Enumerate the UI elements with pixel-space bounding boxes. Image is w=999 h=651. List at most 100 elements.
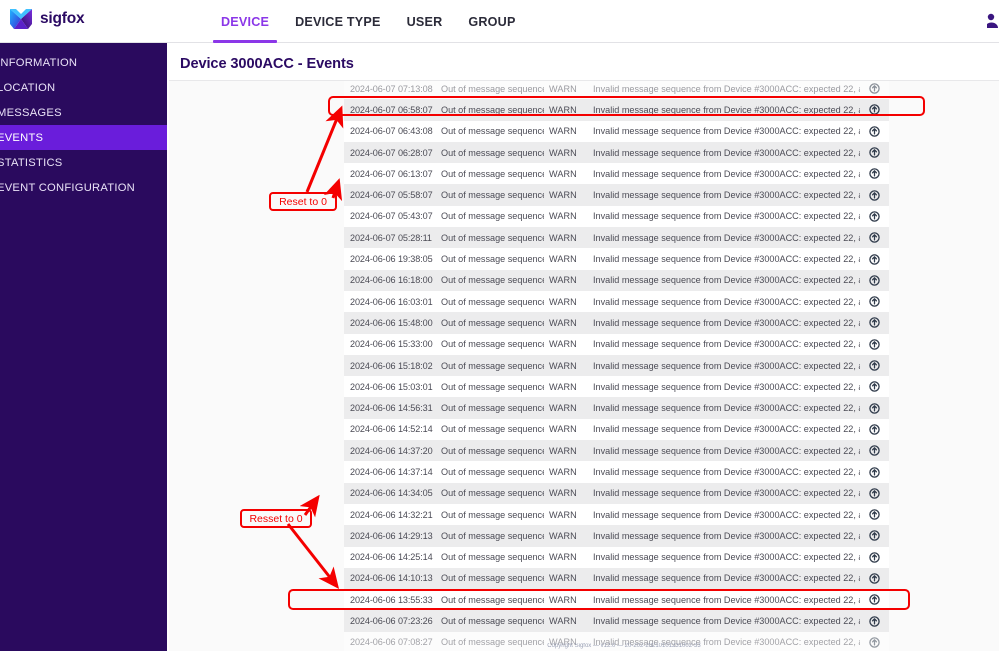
sidebar-item-event-configuration[interactable]: EVENT CONFIGURATION <box>0 175 167 200</box>
table-row[interactable]: 2024-06-07 06:58:07 Out of message sequen… <box>344 99 889 121</box>
event-type: Out of message sequence <box>441 616 544 627</box>
circle-arrow-up-icon[interactable] <box>860 419 889 440</box>
table-row[interactable]: 2024-06-07 06:13:07 Out of message sequen… <box>344 163 889 185</box>
event-type: Out of message sequence <box>441 83 544 94</box>
circle-arrow-up-icon[interactable] <box>860 610 889 631</box>
table-row[interactable]: 2024-06-06 16:18:00 Out of message sequen… <box>344 269 889 291</box>
circle-arrow-up-icon[interactable] <box>860 163 889 184</box>
table-row[interactable]: 2024-06-06 15:48:00 Out of message sequen… <box>344 312 889 334</box>
user-account-icon[interactable] <box>987 11 999 29</box>
circle-arrow-up-icon[interactable] <box>860 291 889 312</box>
table-row[interactable]: 2024-06-06 19:38:05 Out of message sequen… <box>344 248 889 270</box>
event-message: Invalid message sequence from Device #30… <box>593 466 860 477</box>
circle-arrow-up-icon[interactable] <box>860 504 889 525</box>
table-row[interactable]: 2024-06-06 16:03:01 Out of message sequen… <box>344 290 889 313</box>
event-type: Out of message sequence <box>441 104 544 115</box>
content-area: Device 3000ACC - Events 2024-06-07 07:13… <box>167 43 999 651</box>
circle-arrow-up-icon[interactable] <box>860 121 889 142</box>
circle-arrow-up-icon[interactable] <box>860 184 889 205</box>
table-row[interactable]: 2024-06-06 15:18:02 Out of message sequen… <box>344 354 889 377</box>
table-row[interactable]: 2024-06-06 14:10:13 Out of message sequen… <box>344 567 889 590</box>
event-timestamp: 2024-06-07 06:43:08 <box>350 126 433 137</box>
event-message: Invalid message sequence from Device #30… <box>593 360 860 371</box>
event-message: Invalid message sequence from Device #30… <box>593 445 860 456</box>
event-message: Invalid message sequence from Device #30… <box>593 509 860 520</box>
circle-arrow-up-icon[interactable] <box>860 461 889 482</box>
sidebar-item-event-configuration-label: EVENT CONFIGURATION <box>0 181 135 194</box>
brand-name: sigfox <box>40 10 85 27</box>
table-row[interactable]: 2024-06-06 14:34:05 Out of message sequen… <box>344 482 889 504</box>
sigfox-butterfly-logo-icon <box>8 6 34 32</box>
event-timestamp: 2024-06-06 16:18:00 <box>350 275 433 286</box>
table-row[interactable]: 2024-06-06 07:23:26 Out of message sequen… <box>344 610 889 632</box>
circle-arrow-up-icon[interactable] <box>860 248 889 269</box>
table-row[interactable]: 2024-06-07 05:43:07 Out of message sequen… <box>344 205 889 228</box>
table-row[interactable]: 2024-06-06 14:37:20 Out of message sequen… <box>344 440 889 462</box>
table-row[interactable]: 2024-06-07 07:13:08 Out of message sequen… <box>344 81 889 100</box>
circle-arrow-up-icon[interactable] <box>860 206 889 227</box>
nav-tab-user-label: USER <box>406 14 443 29</box>
circle-arrow-up-icon[interactable] <box>860 589 889 610</box>
circle-arrow-up-icon[interactable] <box>860 376 889 397</box>
circle-arrow-up-icon[interactable] <box>860 568 889 589</box>
event-severity: WARN <box>549 530 577 541</box>
table-row[interactable]: 2024-06-07 05:28:11 Out of message sequen… <box>344 227 889 249</box>
nav-tab-group[interactable]: GROUP <box>455 0 528 43</box>
event-timestamp: 2024-06-07 06:13:07 <box>350 168 433 179</box>
sidebar-item-location[interactable]: LOCATION <box>0 75 167 100</box>
circle-arrow-up-icon[interactable] <box>860 142 889 163</box>
circle-arrow-up-icon[interactable] <box>860 440 889 461</box>
table-row[interactable]: 2024-06-06 14:29:13 Out of message sequen… <box>344 525 889 547</box>
event-message: Invalid message sequence from Device #30… <box>593 275 860 286</box>
event-severity: WARN <box>549 232 577 243</box>
table-row[interactable]: 2024-06-07 06:43:08 Out of message sequen… <box>344 120 889 142</box>
event-type: Out of message sequence <box>441 126 544 137</box>
brand-logo[interactable]: sigfox <box>8 6 85 32</box>
table-row[interactable]: 2024-06-06 14:25:14 Out of message sequen… <box>344 546 889 568</box>
event-message: Invalid message sequence from Device #30… <box>593 488 860 499</box>
table-row[interactable]: 2024-06-06 14:56:31 Out of message sequen… <box>344 397 889 419</box>
circle-arrow-up-icon[interactable] <box>860 547 889 568</box>
event-type: Out of message sequence <box>441 530 544 541</box>
event-message: Invalid message sequence from Device #30… <box>593 594 860 605</box>
sidebar-item-events[interactable]: EVENTS <box>0 125 167 150</box>
page-title: Device 3000ACC - Events <box>180 56 354 72</box>
event-type: Out of message sequence <box>441 424 544 435</box>
event-message: Invalid message sequence from Device #30… <box>593 530 860 541</box>
event-timestamp: 2024-06-06 15:33:00 <box>350 339 433 350</box>
sidebar-item-statistics[interactable]: STATISTICS <box>0 150 167 175</box>
event-message: Invalid message sequence from Device #30… <box>593 232 860 243</box>
table-row[interactable]: 2024-06-07 06:28:07 Out of message sequen… <box>344 141 889 164</box>
circle-arrow-up-icon[interactable] <box>860 270 889 291</box>
circle-arrow-up-icon[interactable] <box>860 397 889 418</box>
circle-arrow-up-icon[interactable] <box>860 227 889 248</box>
event-severity: WARN <box>549 296 577 307</box>
nav-tab-user[interactable]: USER <box>394 0 456 43</box>
top-bar: sigfox DEVICE DEVICE TYPE USER GROUP <box>0 0 999 43</box>
event-severity: WARN <box>549 488 577 499</box>
circle-arrow-up-icon[interactable] <box>860 334 889 355</box>
sidebar-item-information[interactable]: INFORMATION <box>0 50 167 75</box>
event-timestamp: 2024-06-06 15:03:01 <box>350 381 433 392</box>
circle-arrow-up-icon[interactable] <box>860 312 889 333</box>
table-row[interactable]: 2024-06-06 14:37:14 Out of message sequen… <box>344 461 889 483</box>
table-row[interactable]: 2024-06-06 13:55:33 Out of message sequen… <box>344 589 889 611</box>
circle-arrow-up-icon[interactable] <box>860 81 889 99</box>
circle-arrow-up-icon[interactable] <box>860 483 889 504</box>
table-row[interactable]: 2024-06-06 14:52:14 Out of message sequen… <box>344 418 889 441</box>
sidebar-item-messages[interactable]: MESSAGES <box>0 100 167 125</box>
table-row[interactable]: 2024-06-06 15:33:00 Out of message sequen… <box>344 333 889 355</box>
event-severity: WARN <box>549 211 577 222</box>
table-row[interactable]: 2024-06-06 15:03:01 Out of message sequen… <box>344 376 889 398</box>
circle-arrow-up-icon[interactable] <box>860 525 889 546</box>
nav-tab-device-label: DEVICE <box>221 14 270 29</box>
event-type: Out of message sequence <box>441 445 544 456</box>
circle-arrow-up-icon[interactable] <box>860 355 889 376</box>
table-row[interactable]: 2024-06-07 05:58:07 Out of message sequen… <box>344 184 889 206</box>
app-root: sigfox DEVICE DEVICE TYPE USER GROUP INF… <box>0 0 999 651</box>
nav-tab-device[interactable]: DEVICE <box>208 0 282 43</box>
table-row[interactable]: 2024-06-06 14:32:21 Out of message sequen… <box>344 503 889 526</box>
nav-tab-device-type[interactable]: DEVICE TYPE <box>282 0 393 43</box>
event-message: Invalid message sequence from Device #30… <box>593 211 860 222</box>
circle-arrow-up-icon[interactable] <box>860 99 889 120</box>
